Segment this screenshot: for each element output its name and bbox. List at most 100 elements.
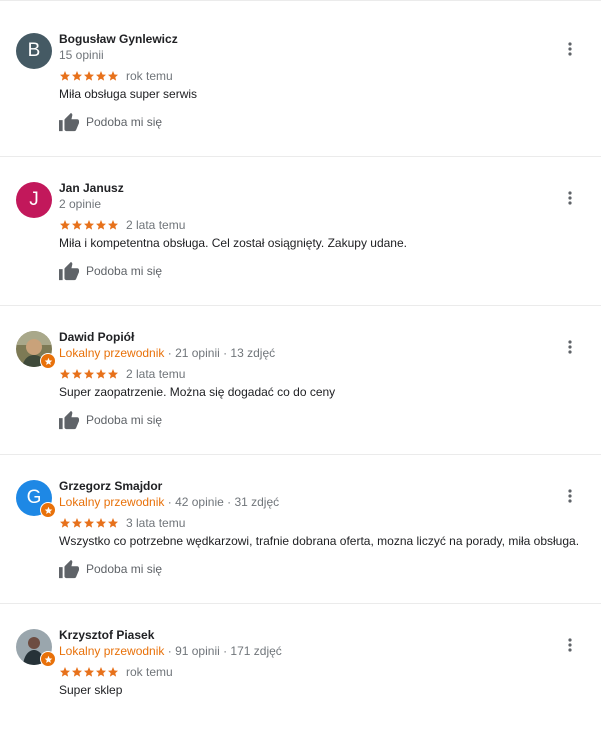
more-vert-icon xyxy=(568,489,572,503)
like-label: Podoba mi się xyxy=(86,264,163,278)
star-icon xyxy=(72,518,82,528)
review-text: Super zaopatrzenie. Można się dogadać co… xyxy=(59,385,336,399)
star-icon xyxy=(84,369,94,379)
avatar[interactable] xyxy=(16,331,56,369)
star-icon xyxy=(96,220,106,230)
avatar[interactable]: J xyxy=(16,182,52,218)
review-count: · 21 opinii · 13 zdjęć xyxy=(164,346,276,360)
reviewer-meta: Lokalny przewodnik · 21 opinii · 13 zdję… xyxy=(59,346,275,360)
review-date: rok temu xyxy=(126,69,173,83)
review-card: Krzysztof Piasek Lokalny przewodnik · 91… xyxy=(0,604,601,753)
review-count: · 91 opinii · 171 zdjęć xyxy=(164,644,282,658)
star-icon xyxy=(84,71,94,81)
reviewer-meta: Lokalny przewodnik · 42 opinie · 31 zdję… xyxy=(59,495,279,509)
star-icon xyxy=(60,71,70,81)
more-options-button[interactable] xyxy=(562,188,578,208)
like-button[interactable]: Podoba mi się xyxy=(58,559,162,579)
review-count: · 42 opinie · 31 zdjęć xyxy=(164,495,280,509)
review-card: J Jan Janusz 2 opinie 2 lata temu Miła i… xyxy=(0,157,601,306)
rating-row: rok temu xyxy=(59,664,173,680)
more-vert-icon xyxy=(568,42,572,56)
review-card: Dawid Popiół Lokalny przewodnik · 21 opi… xyxy=(0,306,601,455)
like-button[interactable]: Podoba mi się xyxy=(58,112,162,132)
star-icon xyxy=(84,220,94,230)
avatar[interactable]: G xyxy=(16,480,56,518)
like-button[interactable]: Podoba mi się xyxy=(58,410,162,430)
local-guide-badge xyxy=(40,502,56,518)
star-icon xyxy=(60,220,70,230)
review-card: G Grzegorz Smajdor Lokalny przewodnik · … xyxy=(0,455,601,604)
star-icon xyxy=(108,518,118,528)
review-text: Super sklep xyxy=(59,683,123,697)
rating-row: rok temu xyxy=(59,68,173,84)
thumbs-up-icon xyxy=(59,261,79,281)
reviewer-meta: Lokalny przewodnik · 91 opinii · 171 zdj… xyxy=(59,644,282,658)
more-options-button[interactable] xyxy=(562,337,578,357)
thumbs-up-icon xyxy=(59,559,79,579)
review-date: rok temu xyxy=(126,665,173,679)
review-card: B Bogusław Gynlewicz 15 opinii rok temu … xyxy=(0,8,601,157)
star-icon xyxy=(44,506,52,514)
local-guide-badge xyxy=(40,651,56,667)
reviewer-meta: 2 opinie xyxy=(59,197,101,211)
star-icon xyxy=(60,369,70,379)
review-date: 2 lata temu xyxy=(126,367,186,381)
local-guide-label: Lokalny przewodnik xyxy=(59,346,165,360)
star-icon xyxy=(108,220,118,230)
star-rating xyxy=(59,219,119,231)
star-icon xyxy=(96,71,106,81)
star-rating xyxy=(59,517,119,529)
review-text: Miła i kompetentna obsługa. Cel został o… xyxy=(59,236,407,250)
star-rating xyxy=(59,666,119,678)
more-options-button[interactable] xyxy=(562,486,578,506)
avatar-letter: G xyxy=(26,487,42,508)
star-icon xyxy=(72,369,82,379)
thumbs-up-icon xyxy=(59,112,79,132)
avatar[interactable] xyxy=(16,629,56,667)
star-icon xyxy=(108,369,118,379)
star-icon xyxy=(60,518,70,528)
reviewer-name[interactable]: Jan Janusz xyxy=(59,181,124,195)
reviewer-name[interactable]: Bogusław Gynlewicz xyxy=(59,32,178,46)
reviewer-name[interactable]: Krzysztof Piasek xyxy=(59,628,154,642)
avatar[interactable]: B xyxy=(16,33,52,69)
local-guide-badge xyxy=(40,353,56,369)
review-date: 3 lata temu xyxy=(126,516,186,530)
more-options-button[interactable] xyxy=(562,39,578,59)
local-guide-label: Lokalny przewodnik xyxy=(59,495,165,509)
top-divider xyxy=(0,0,601,1)
star-icon xyxy=(108,667,118,677)
more-vert-icon xyxy=(568,340,572,354)
star-icon xyxy=(84,518,94,528)
thumbs-up-icon xyxy=(59,410,79,430)
rating-row: 2 lata temu xyxy=(59,366,185,382)
like-label: Podoba mi się xyxy=(86,562,163,576)
review-text: Wszystko co potrzebne wędkarzowi, trafni… xyxy=(59,534,580,548)
rating-row: 3 lata temu xyxy=(59,515,185,531)
reviewer-meta: 15 opinii xyxy=(59,48,104,62)
local-guide-label: Lokalny przewodnik xyxy=(59,644,165,658)
more-vert-icon xyxy=(568,191,572,205)
star-rating xyxy=(59,368,119,380)
reviewer-name[interactable]: Grzegorz Smajdor xyxy=(59,479,162,493)
review-text: Miła obsługa super serwis xyxy=(59,87,198,101)
like-label: Podoba mi się xyxy=(86,115,163,129)
review-count: 15 opinii xyxy=(59,48,104,62)
review-date: 2 lata temu xyxy=(126,218,186,232)
star-icon xyxy=(108,71,118,81)
like-button[interactable]: Podoba mi się xyxy=(58,261,162,281)
like-label: Podoba mi się xyxy=(86,413,163,427)
star-icon xyxy=(96,518,106,528)
star-icon xyxy=(44,357,52,365)
reviewer-name[interactable]: Dawid Popiół xyxy=(59,330,134,344)
star-icon xyxy=(72,220,82,230)
rating-row: 2 lata temu xyxy=(59,217,185,233)
star-icon xyxy=(72,71,82,81)
star-rating xyxy=(59,70,119,82)
star-icon xyxy=(96,369,106,379)
more-options-button[interactable] xyxy=(562,635,578,655)
star-icon xyxy=(60,667,70,677)
star-icon xyxy=(44,655,52,663)
review-count: 2 opinie xyxy=(59,197,102,211)
more-vert-icon xyxy=(568,638,572,652)
